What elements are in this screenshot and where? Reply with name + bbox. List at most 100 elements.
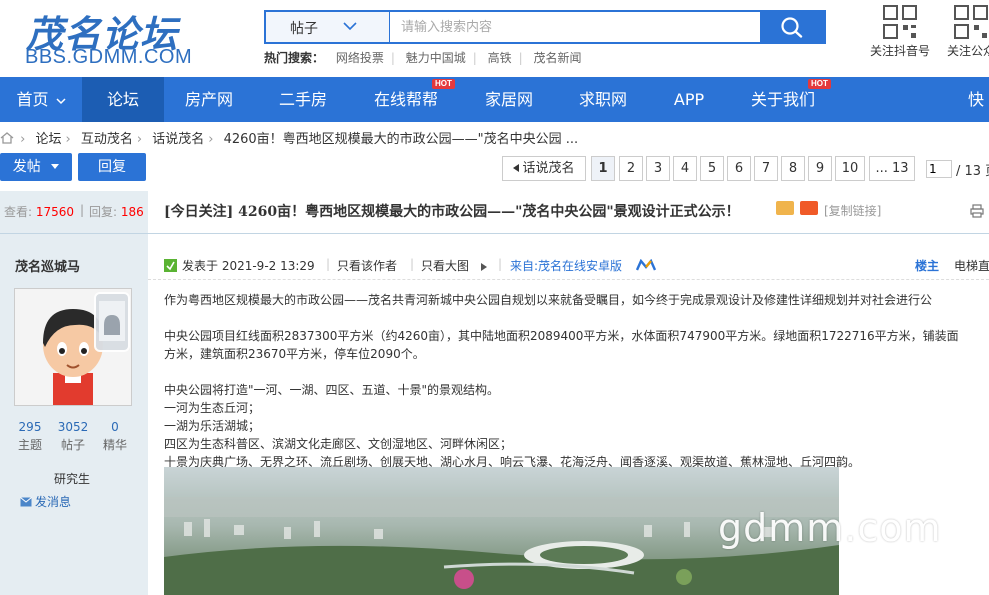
breadcrumb: › 论坛 › 互动茂名 › 话说茂名 › 4260亩！粤西地区规模最大的市政公园——"…: [0, 128, 582, 147]
hot-search-link[interactable]: 高铁: [488, 51, 512, 65]
nav-item-house[interactable]: 房产网: [164, 77, 254, 122]
hot-search-link[interactable]: 茂名新闻: [534, 51, 582, 65]
caret-left-icon: [513, 164, 520, 172]
qr-code-icon: [954, 5, 988, 39]
breadcrumb-separator: ›: [65, 132, 71, 147]
search-bar: 帖子: [264, 10, 826, 44]
qr-douyin[interactable]: 关注抖音号: [865, 4, 935, 60]
chevron-down-icon: [343, 22, 357, 31]
search-button[interactable]: [760, 12, 824, 42]
hot-badge: HOT: [432, 79, 455, 89]
jump-floor-link[interactable]: 电梯直: [954, 257, 989, 274]
nav-label: 关于我们: [750, 90, 815, 109]
only-author-link[interactable]: 只看该作者: [337, 257, 397, 274]
avatar-image: [15, 289, 131, 405]
thread-title: [今日关注] 4260亩！粤西地区规模最大的市政公园——"茂名中央公园"景观设计…: [164, 204, 740, 220]
user-stat-topics[interactable]: 295 主题: [10, 420, 50, 453]
page-button[interactable]: 2: [619, 156, 643, 181]
breadcrumb-link[interactable]: 论坛: [35, 132, 61, 147]
breadcrumb-current[interactable]: 4260亩！粤西地区规模最大的市政公园——"茂名中央公园 ...: [224, 132, 579, 147]
thread-title-row: [今日关注] 4260亩！粤西地区规模最大的市政公园——"茂名中央公园"景观设计…: [148, 191, 989, 234]
separator: |: [518, 51, 523, 65]
page-button[interactable]: 8: [781, 156, 805, 181]
nav-label: 房产网: [184, 90, 233, 109]
send-message-link[interactable]: 发消息: [20, 493, 71, 510]
nav-item-more[interactable]: 快: [968, 77, 989, 122]
post-paragraph: 一河为生态丘河；: [164, 401, 261, 415]
qr-wechat[interactable]: 关注公众: [936, 4, 989, 60]
site-logo[interactable]: 茂名论坛 BBS.GDMM.COM: [22, 4, 212, 72]
search-type-label: 帖子: [290, 21, 318, 37]
nav-label: 求职网: [578, 90, 627, 109]
hot-search-link[interactable]: 魅力中国城: [406, 51, 466, 65]
envelope-icon: [20, 497, 32, 507]
user-stat-digest[interactable]: 0 精华: [95, 420, 135, 453]
nav-item-secondhand[interactable]: 二手房: [258, 77, 348, 122]
stat-value: 0: [111, 420, 119, 434]
big-image-link[interactable]: 只看大图: [421, 257, 469, 274]
reply-button[interactable]: 回复: [78, 153, 146, 181]
qr-label: 关注抖音号: [869, 44, 930, 58]
avatar[interactable]: [14, 288, 132, 406]
user-rank: 研究生: [54, 472, 91, 486]
page-button[interactable]: 9: [808, 156, 832, 181]
nav-item-about[interactable]: 关于我们 HOT: [736, 77, 831, 122]
page-button[interactable]: 10: [835, 156, 865, 181]
post-paragraph: 中央公园项目红线面积2837300平方米（约4260亩），其中陆地面积20894…: [164, 329, 959, 343]
replies-label: 回复:: [89, 205, 118, 219]
author-name[interactable]: 茂名巡城马: [15, 256, 80, 275]
nav-label: 在线帮帮: [373, 90, 438, 109]
views-count: 17560: [35, 205, 75, 219]
post-paragraph: 作为粤西地区规模最大的市政公园——茂名共青河新城中央公园自规划以来就备受瞩目，如…: [164, 293, 933, 307]
breadcrumb-separator: ›: [20, 132, 26, 147]
main-nav: 首页 论坛 房产网 二手房 在线帮帮 HOT 家居网 求职网 APP 关于我们 …: [0, 77, 989, 122]
hot-search-link[interactable]: 网络投票: [336, 51, 384, 65]
page-button[interactable]: 4: [673, 156, 697, 181]
nav-item-forum[interactable]: 论坛: [82, 77, 164, 122]
nav-item-jobs[interactable]: 求职网: [556, 77, 650, 122]
separator: |: [472, 51, 477, 65]
post-meta: 发表于 2021-9-2 13:29 | 只看该作者 | 只看大图 | 来自:茂…: [148, 250, 989, 280]
stat-value: 295: [18, 420, 42, 434]
views-stat: 查看: 17560: [4, 203, 74, 220]
page-button-last[interactable]: ... 13: [869, 156, 915, 181]
search-input[interactable]: [391, 12, 762, 42]
post-paragraph: 中央公园将打造"一河、一湖、四区、五道、十景"的景观结构。: [164, 383, 500, 397]
caret-right-icon: [481, 263, 487, 271]
stat-key: 帖子: [60, 438, 85, 452]
hot-search: 热门搜索： 网络投票 | 魅力中国城 | 高铁 | 茂名新闻: [264, 49, 589, 66]
breadcrumb-link[interactable]: 话说茂名: [152, 132, 204, 147]
hot-search-label: 热门搜索：: [264, 51, 325, 65]
post-source[interactable]: 来自:茂名在线安卓版: [510, 257, 622, 274]
page-button-current[interactable]: 1: [591, 156, 615, 181]
separator: |: [80, 203, 85, 217]
print-icon[interactable]: [970, 204, 984, 218]
copy-link[interactable]: [复制链接]: [824, 202, 881, 219]
page-button[interactable]: 6: [727, 156, 751, 181]
page-button[interactable]: 5: [700, 156, 724, 181]
back-to-board-button[interactable]: 话说茂名: [502, 156, 586, 181]
post-paragraph: 一湖为乐活湖城；: [164, 419, 261, 433]
page-jump-input[interactable]: [926, 160, 952, 178]
send-message-label: 发消息: [35, 495, 72, 509]
search-type-select[interactable]: 帖子: [266, 12, 390, 42]
search-icon: [781, 17, 803, 38]
breadcrumb-separator: ›: [136, 132, 143, 147]
stat-value: 3052: [57, 420, 89, 434]
hot-badge: HOT: [808, 79, 831, 89]
page-button[interactable]: 3: [646, 156, 670, 181]
home-icon[interactable]: [0, 132, 14, 144]
breadcrumb-link[interactable]: 互动茂名: [81, 132, 133, 147]
separator: |: [390, 51, 395, 65]
nav-item-home[interactable]: 首页: [0, 77, 82, 122]
nav-label: 快: [968, 90, 985, 109]
views-label: 查看:: [4, 205, 33, 219]
nav-item-home-decor[interactable]: 家居网: [462, 77, 556, 122]
new-post-button[interactable]: 发帖: [0, 153, 72, 181]
page-button[interactable]: 7: [754, 156, 778, 181]
page-total: / 13 页: [956, 164, 989, 179]
nav-item-app[interactable]: APP: [650, 77, 728, 122]
post-time: 发表于 2021-9-2 13:29: [182, 259, 315, 273]
user-stat-posts[interactable]: 3052 帖子: [53, 420, 93, 453]
nav-item-help[interactable]: 在线帮帮 HOT: [358, 77, 455, 122]
